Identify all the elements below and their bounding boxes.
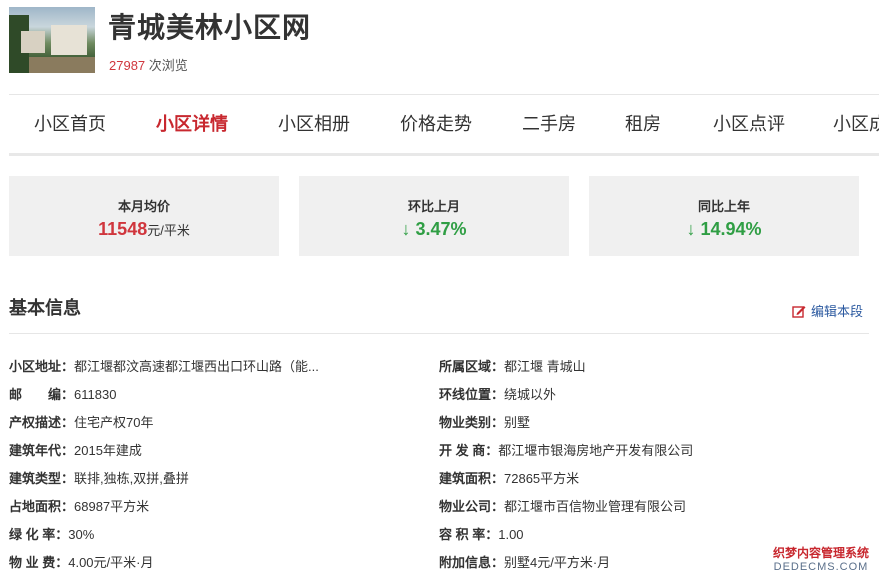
- section-divider: [9, 333, 869, 334]
- info-district: 所属区域：都江堰 青城山: [439, 359, 586, 374]
- info-property-category: 物业类别：别墅: [439, 415, 531, 430]
- stat-label: 环比上月: [407, 199, 460, 214]
- tab-more[interactable]: 小区成: [813, 95, 879, 153]
- stat-year-over-year: 同比上年 ↓ 14.94%: [589, 176, 859, 256]
- info-address: 小区地址：都江堰都汶高速都江堰西出口环山路（能...: [9, 359, 319, 374]
- tab-second-hand[interactable]: 二手房: [497, 95, 601, 153]
- info-land-area: 占地面积：68987平方米: [9, 499, 150, 514]
- community-thumbnail[interactable]: [9, 7, 95, 73]
- info-green-rate: 绿 化 率：30%: [9, 527, 95, 542]
- view-count-number: 27987: [109, 58, 146, 73]
- community-nav: 小区首页 小区详情 小区相册 价格走势 二手房 租房 小区点评 小区成: [9, 94, 879, 156]
- stat-month-over-month: 环比上月 ↓ 3.47%: [299, 176, 569, 256]
- tab-home[interactable]: 小区首页: [9, 95, 131, 153]
- edit-section-button[interactable]: 编辑本段: [792, 301, 863, 320]
- avg-price-unit: 元/平米: [147, 223, 190, 238]
- stat-value: 11548元/平米: [9, 219, 279, 240]
- stat-value: ↓ 3.47%: [401, 219, 467, 239]
- info-postcode: 邮 编：611830: [9, 387, 117, 402]
- tab-price-trend[interactable]: 价格走势: [375, 95, 497, 153]
- thumbnail-building-main: [51, 25, 87, 55]
- info-build-year: 建筑年代：2015年建成: [9, 443, 142, 458]
- info-building-area: 建筑面积：72865平方米: [439, 471, 580, 486]
- info-property-company: 物业公司：都江堰市百信物业管理有限公司: [439, 499, 687, 514]
- view-count: 27987 次浏览: [109, 55, 188, 74]
- info-plot-ratio: 容 积 率：1.00: [439, 527, 524, 542]
- view-count-suffix: 次浏览: [145, 58, 188, 73]
- edit-icon: [792, 305, 806, 318]
- tab-album[interactable]: 小区相册: [253, 95, 375, 153]
- stat-label: 同比上年: [697, 199, 750, 214]
- tab-rent[interactable]: 租房: [601, 95, 685, 153]
- thumbnail-building: [21, 31, 45, 53]
- thumbnail-path: [29, 57, 95, 73]
- info-property-rights: 产权描述：住宅产权70年: [9, 415, 154, 430]
- tab-details[interactable]: 小区详情: [131, 95, 253, 153]
- info-building-type: 建筑类型：联排,独栋,双拼,叠拼: [9, 471, 189, 486]
- watermark-line2: DEDECMS.COM: [773, 561, 869, 573]
- tab-reviews[interactable]: 小区点评: [685, 95, 813, 153]
- watermark-line1: 织梦内容管理系统: [772, 546, 869, 560]
- info-extra: 附加信息：别墅4元/平方米·月: [439, 555, 611, 570]
- active-tab-underline: [131, 153, 253, 156]
- stat-avg-price: 本月均价 11548元/平米: [9, 176, 279, 256]
- page-title: 青城美林小区网: [108, 11, 312, 44]
- watermark-logo: 织梦内容管理系统 DEDECMS.COM: [769, 544, 873, 576]
- info-ring-road: 环线位置：绕城以外: [439, 387, 557, 402]
- section-title: 基本信息: [9, 298, 81, 318]
- stat-label: 本月均价: [117, 199, 170, 214]
- info-developer: 开 发 商：都江堰市银海房地产开发有限公司: [439, 443, 694, 458]
- stat-value: ↓ 14.94%: [686, 219, 762, 239]
- avg-price-value: 11548: [98, 219, 148, 239]
- info-property-fee: 物 业 费：4.00元/平米·月: [9, 555, 154, 570]
- edit-label: 编辑本段: [810, 304, 863, 319]
